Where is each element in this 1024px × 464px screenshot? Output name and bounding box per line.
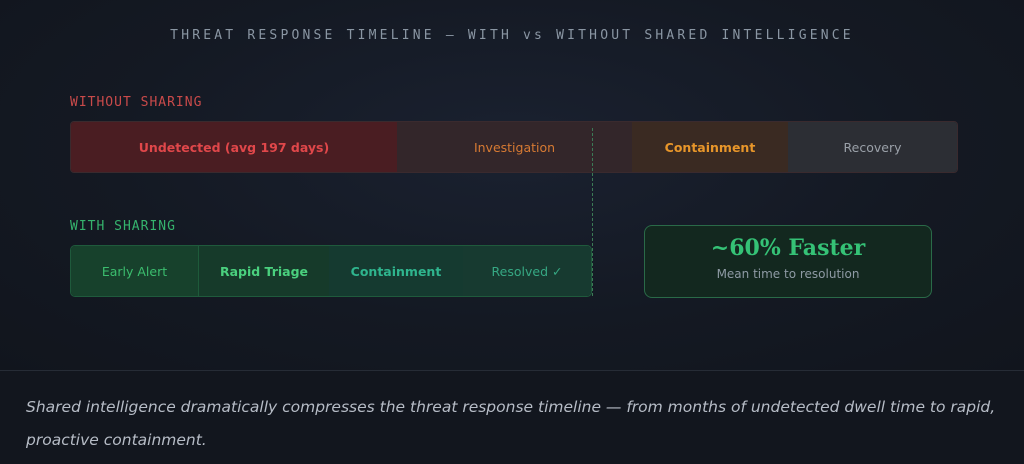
speedup-value: ~60% Faster	[710, 235, 866, 261]
with-sharing-timeline: Early Alert Rapid Triage Containment Res…	[70, 245, 592, 297]
with-sharing-label: WITH SHARING	[70, 219, 176, 234]
segment-recovery: Recovery	[788, 122, 957, 172]
segment-rapid-triage: Rapid Triage	[199, 246, 329, 296]
diagram-title: THREAT RESPONSE TIMELINE — WITH vs WITHO…	[170, 28, 854, 43]
segment-containment-with: Containment	[329, 246, 463, 296]
segment-resolved: Resolved ✓	[463, 246, 591, 296]
diagram-stage: THREAT RESPONSE TIMELINE — WITH vs WITHO…	[0, 0, 1024, 370]
figure-caption: Shared intelligence dramatically compres…	[26, 398, 996, 449]
without-sharing-label: WITHOUT SHARING	[70, 95, 203, 110]
speedup-stat-box: ~60% Faster Mean time to resolution	[644, 225, 932, 298]
caption-area: Shared intelligence dramatically compres…	[0, 370, 1024, 464]
segment-investigation: Investigation	[397, 122, 632, 172]
without-sharing-timeline: Undetected (avg 197 days) Investigation …	[70, 121, 958, 173]
comparison-divider-line	[592, 128, 593, 296]
speedup-caption: Mean time to resolution	[716, 267, 860, 281]
segment-early-alert: Early Alert	[71, 246, 199, 296]
segment-undetected: Undetected (avg 197 days)	[71, 122, 397, 172]
segment-containment-without: Containment	[632, 122, 788, 172]
